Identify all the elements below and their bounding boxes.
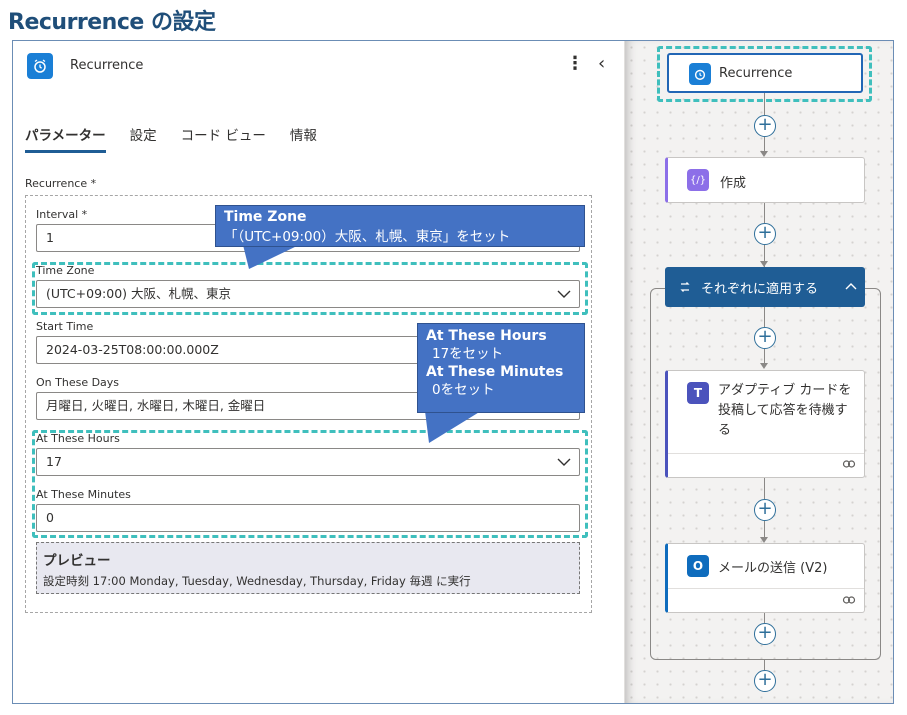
hours-minutes-callout: At These Hours 17をセット At These Minutes 0…	[417, 323, 585, 413]
time-zone-select[interactable]: (UTC+09:00) 大阪、札幌、東京	[36, 280, 580, 308]
adaptive-card-node-label: アダプティブ カードを投稿して応答を待機する	[718, 383, 852, 438]
tab-code-view[interactable]: コード ビュー	[181, 121, 266, 155]
callout-title: Time Zone	[224, 209, 307, 225]
time-zone-label: Time Zone	[36, 264, 95, 277]
foreach-header[interactable]: それぞれに適用する	[665, 267, 865, 307]
at-these-hours-label: At These Hours	[36, 432, 120, 445]
preview-text: 設定時刻 17:00 Monday, Tuesday, Wednesday, T…	[43, 574, 471, 588]
panel-tabs: パラメーター 設定 コード ビュー 情報	[25, 121, 341, 155]
node-divider	[668, 588, 864, 589]
outlook-icon: O	[687, 555, 709, 577]
chevron-down-icon	[557, 290, 571, 298]
alarm-clock-icon	[689, 63, 711, 85]
recurrence-node[interactable]: Recurrence	[667, 53, 863, 93]
connector	[764, 93, 765, 115]
tab-parameters[interactable]: パラメーター	[25, 121, 106, 155]
at-these-hours-value: 17	[46, 454, 62, 469]
callout-pointer	[243, 245, 299, 269]
add-step-button[interactable]: +	[754, 670, 776, 692]
time-zone-value: (UTC+09:00) 大阪、札幌、東京	[46, 286, 232, 301]
add-step-button[interactable]: +	[754, 223, 776, 245]
callout-body: 「（UTC+09:00）大阪、札幌、東京」をセット	[224, 229, 511, 245]
add-step-button[interactable]: +	[754, 623, 776, 645]
compose-node-label: 作成	[720, 176, 747, 191]
designer-frame: Recurrence ⋮ ‹ パラメーター 設定 コード ビュー 情報 Recu…	[12, 40, 894, 704]
time-zone-callout: Time Zone 「（UTC+09:00）大阪、札幌、東京」をセット	[215, 205, 585, 247]
recurrence-node-label: Recurrence	[719, 66, 793, 81]
recurrence-label: Recurrence *	[25, 177, 97, 190]
code-braces-icon: {/}	[687, 169, 709, 191]
at-these-hours-select[interactable]: 17	[36, 448, 580, 476]
interval-label: Interval *	[36, 208, 88, 221]
alarm-clock-icon	[27, 53, 53, 79]
callout-body: 17をセット	[432, 346, 504, 362]
start-time-label: Start Time	[36, 320, 94, 333]
callout-body: 0をセット	[432, 382, 495, 398]
compose-node[interactable]: {/} 作成	[665, 157, 865, 203]
callout-title: At These Hours	[426, 328, 547, 344]
send-email-node-label: メールの送信 (V2)	[718, 561, 828, 576]
add-step-button[interactable]: +	[754, 115, 776, 137]
callout-pointer	[425, 411, 481, 443]
tab-settings[interactable]: 設定	[130, 121, 157, 155]
preview-title: プレビュー	[43, 553, 111, 569]
chevron-down-icon	[557, 458, 571, 466]
panel-header: Recurrence ⋮ ‹	[13, 41, 625, 91]
on-these-days-label: On These Days	[36, 376, 120, 389]
callout-title: At These Minutes	[426, 364, 564, 380]
link-icon	[842, 460, 856, 468]
node-divider	[668, 453, 864, 454]
schedule-preview: プレビュー 設定時刻 17:00 Monday, Tuesday, Wednes…	[36, 542, 580, 594]
page-title: Recurrence の設定	[8, 10, 216, 35]
collapse-panel-icon[interactable]: ‹	[598, 53, 605, 74]
more-options-icon[interactable]: ⋮	[565, 53, 585, 74]
flow-canvas: Recurrence + {/} 作成 + それぞれに適用する + T アダプテ…	[625, 41, 893, 703]
link-icon	[842, 596, 856, 604]
loop-icon	[680, 282, 690, 292]
at-these-minutes-field[interactable]: 0	[36, 504, 580, 532]
at-these-minutes-label: At These Minutes	[36, 488, 131, 501]
action-details-panel: Recurrence ⋮ ‹ パラメーター 設定 コード ビュー 情報 Recu…	[13, 41, 625, 703]
connector	[764, 203, 765, 223]
teams-icon: T	[687, 382, 709, 404]
foreach-label: それぞれに適用する	[701, 282, 819, 297]
add-step-button[interactable]: +	[754, 327, 776, 349]
panel-title: Recurrence	[70, 58, 144, 73]
send-email-node[interactable]: O メールの送信 (V2)	[665, 543, 865, 613]
add-step-button[interactable]: +	[754, 499, 776, 521]
screenshot-root: Recurrence の設定 Recurrence ⋮ ‹ パラメーター 設定 …	[0, 0, 907, 715]
chevron-up-icon[interactable]	[845, 281, 857, 291]
tab-about[interactable]: 情報	[290, 121, 317, 155]
adaptive-card-node[interactable]: T アダプティブ カードを投稿して応答を待機する	[665, 370, 865, 478]
